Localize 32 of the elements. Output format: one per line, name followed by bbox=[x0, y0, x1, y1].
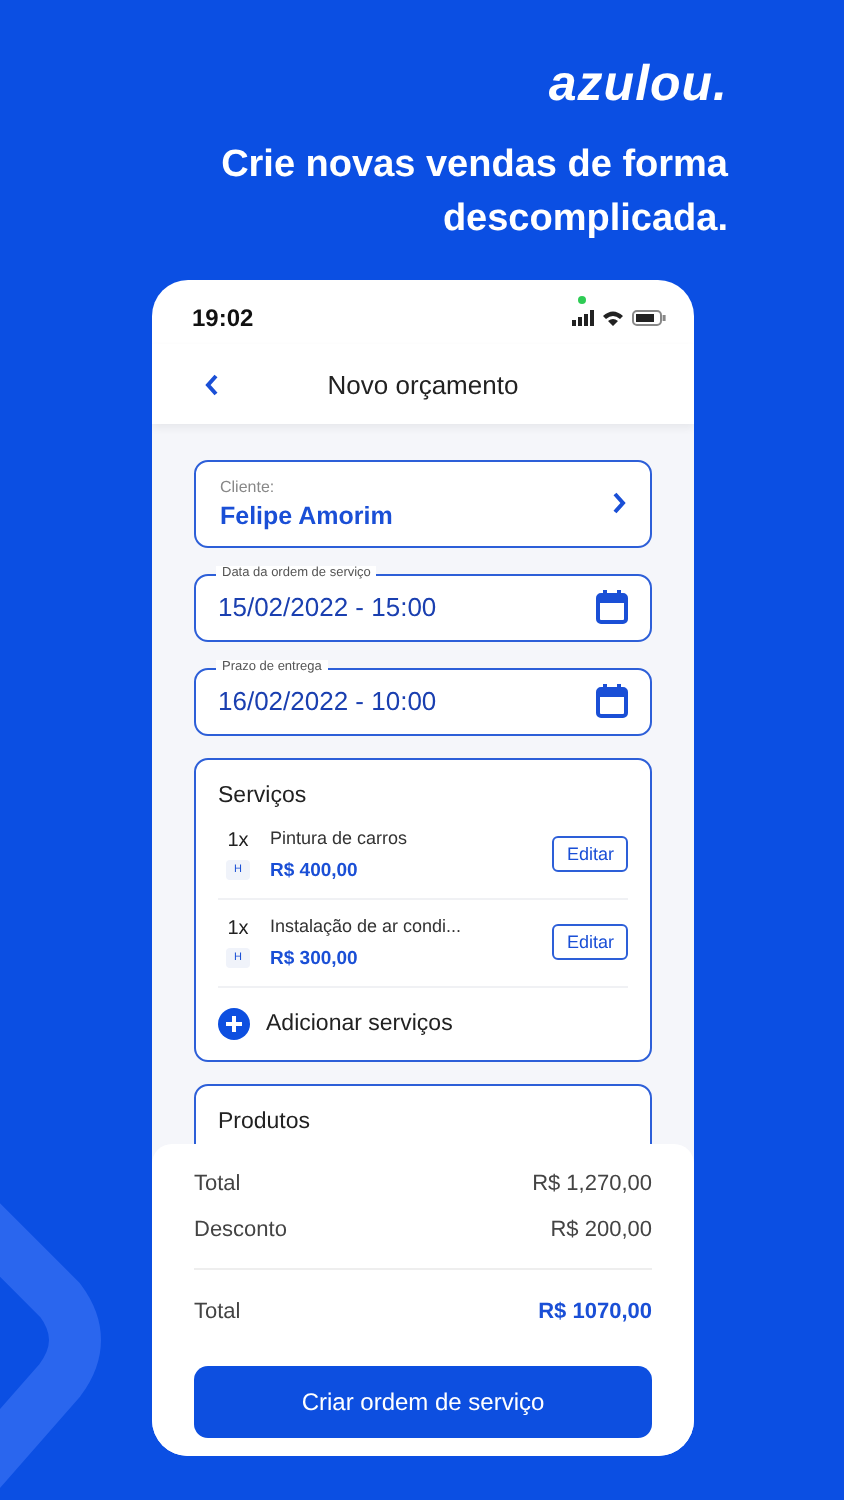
service-price: R$ 400,00 bbox=[270, 859, 360, 882]
camera-indicator-icon bbox=[578, 296, 586, 304]
summary-value: R$ 200,00 bbox=[550, 1217, 652, 1241]
client-selector[interactable]: Cliente: Felipe Amorim bbox=[194, 460, 652, 548]
screen-title: Novo orçamento bbox=[327, 369, 519, 399]
section-title: Produtos bbox=[218, 1109, 311, 1134]
add-services-link[interactable]: Adicionar serviços bbox=[266, 1011, 453, 1036]
service-price: R$ 300,00 bbox=[270, 947, 360, 970]
tagline: Crie novas vendas de forma descomplicada. bbox=[219, 142, 728, 244]
calendar-icon bbox=[596, 684, 628, 719]
edit-button[interactable]: Editar bbox=[552, 836, 628, 873]
signal-icon bbox=[572, 310, 594, 326]
create-order-button[interactable]: Criar ordem de serviço bbox=[194, 1366, 652, 1438]
calendar-icon bbox=[596, 590, 628, 625]
quantity: 1x bbox=[227, 917, 249, 940]
summary-label: Desconto bbox=[194, 1217, 287, 1241]
wifi-icon bbox=[602, 310, 624, 326]
chevron-right-icon bbox=[612, 492, 626, 515]
service-name: Pintura de carros bbox=[270, 827, 410, 848]
battery-icon bbox=[632, 310, 666, 326]
section-title: Serviços bbox=[218, 783, 307, 808]
back-icon[interactable] bbox=[204, 373, 220, 395]
status-time: 19:02 bbox=[192, 304, 254, 332]
brand-logo: azulou. bbox=[548, 56, 728, 114]
summary-label: Total bbox=[194, 1300, 241, 1324]
service-name: Instalação de ar condi... bbox=[270, 915, 464, 936]
summary-label: Total bbox=[194, 1171, 241, 1195]
quantity: 1x bbox=[227, 829, 249, 852]
summary-value: R$ 1,270,00 bbox=[532, 1171, 652, 1195]
plus-icon[interactable] bbox=[218, 1007, 250, 1040]
edit-button[interactable]: Editar bbox=[552, 924, 628, 961]
summary-value: R$ 1070,00 bbox=[538, 1300, 652, 1324]
